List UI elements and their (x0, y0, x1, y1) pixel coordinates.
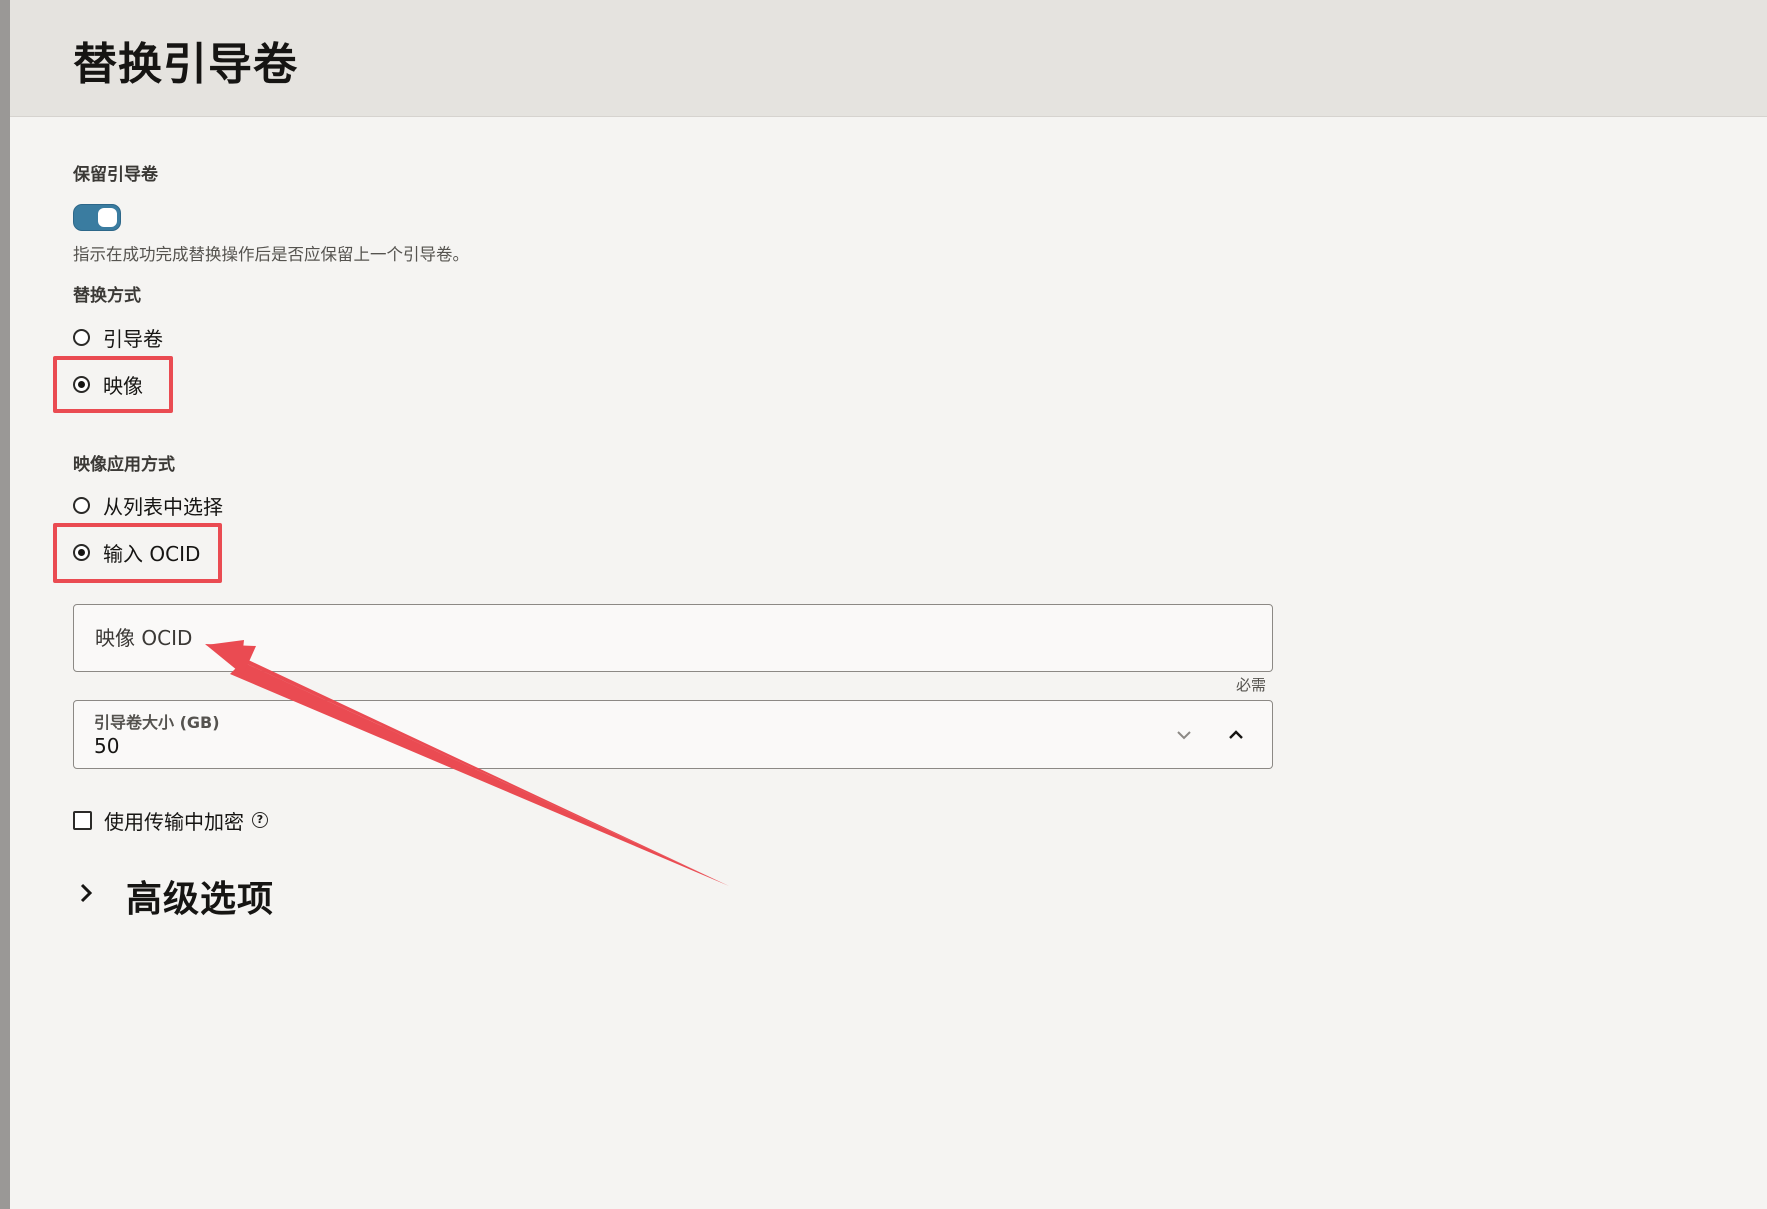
toggle-knob (98, 208, 117, 227)
encryption-checkbox-row[interactable]: 使用传输中加密 ? (73, 806, 268, 834)
required-indicator: 必需 (1236, 676, 1267, 694)
advanced-options-title[interactable]: 高级选项 (126, 870, 274, 922)
radio-label: 引导卷 (103, 326, 163, 351)
image-ocid-input[interactable] (74, 605, 1272, 671)
radio-boot-volume[interactable]: 引导卷 (73, 323, 163, 351)
radio-image[interactable]: 映像 (73, 370, 143, 398)
preserve-label: 保留引导卷 (73, 165, 158, 185)
decrement-button[interactable] (1164, 715, 1204, 755)
dialog-title: 替换引导卷 (73, 39, 298, 90)
background-window-edge (0, 0, 10, 1209)
radio-label: 映像 (103, 373, 143, 398)
radio-enter-ocid[interactable]: 输入 OCID (73, 538, 200, 566)
radio-button-checked[interactable] (73, 543, 90, 561)
radio-button-checked[interactable] (73, 375, 90, 393)
boot-volume-size-value[interactable]: 50 (94, 734, 119, 758)
increment-button[interactable] (1216, 715, 1256, 755)
boot-volume-size-field[interactable]: 引导卷大小 (GB) 50 (73, 700, 1273, 769)
radio-button[interactable] (73, 496, 90, 514)
radio-label: 输入 OCID (103, 541, 201, 566)
chevron-right-icon (80, 883, 93, 903)
encryption-checkbox[interactable] (73, 810, 92, 830)
preserve-toggle[interactable] (73, 204, 121, 231)
question-circle-icon[interactable]: ? (252, 812, 268, 828)
dialog-body: 保留引导卷 指示在成功完成替换操作后是否应保留上一个引导卷。 替换方式 引导卷 … (53, 116, 1767, 1209)
preserve-help-text: 指示在成功完成替换操作后是否应保留上一个引导卷。 (73, 245, 469, 264)
chevron-up-icon (1229, 730, 1243, 739)
radio-button[interactable] (73, 328, 90, 346)
radio-label: 从列表中选择 (103, 494, 223, 519)
encryption-label: 使用传输中加密 (104, 809, 244, 834)
replace-by-label: 替换方式 (73, 286, 141, 306)
dialog-header: 替换引导卷 (10, 0, 1767, 117)
boot-volume-size-label: 引导卷大小 (GB) (94, 713, 220, 732)
advanced-options-toggle[interactable] (79, 882, 93, 908)
chevron-down-icon (1177, 731, 1191, 740)
image-ocid-field[interactable] (73, 604, 1273, 672)
radio-select-from-list[interactable]: 从列表中选择 (73, 491, 223, 519)
image-method-label: 映像应用方式 (73, 455, 175, 475)
